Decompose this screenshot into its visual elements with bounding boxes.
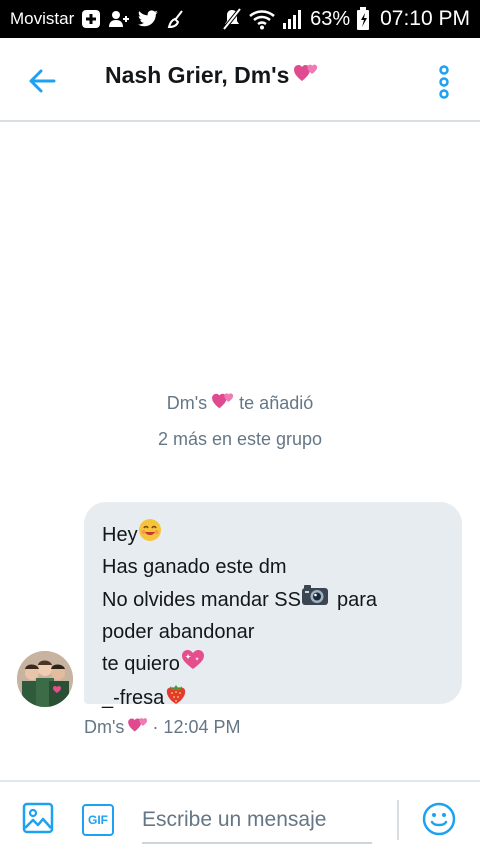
message-bubble[interactable]: Hey Has ganado este dm No olvides mandar… xyxy=(84,502,462,709)
smiley-icon xyxy=(422,802,456,836)
message-text: Hey xyxy=(102,523,138,546)
add-image-button[interactable] xyxy=(22,802,54,834)
strawberry-icon xyxy=(164,680,188,716)
carrier-name: Movistar xyxy=(10,9,75,28)
back-arrow-icon xyxy=(29,69,56,93)
smiling-face-icon xyxy=(138,518,162,552)
clock: 07:10 PM xyxy=(380,7,470,30)
battery-percent: 63% xyxy=(310,7,351,30)
message-line: te quiero xyxy=(102,648,444,680)
mute-icon xyxy=(222,7,242,31)
composer-divider xyxy=(397,800,399,840)
gif-label: GIF xyxy=(88,813,108,827)
group-members-notice: 2 más en este grupo xyxy=(157,429,323,449)
gif-button[interactable]: GIF xyxy=(82,804,114,836)
more-options-button[interactable] xyxy=(432,64,456,100)
message-line: No olvides mandar SS para xyxy=(102,583,444,617)
message-timestamp: · 12:04 PM xyxy=(152,717,241,737)
signal-icon xyxy=(282,7,304,31)
image-icon xyxy=(22,802,54,834)
message-composer: GIF xyxy=(0,780,480,854)
camera-icon xyxy=(301,583,329,617)
added-notice: Dm's te añadió xyxy=(0,391,480,416)
message-text: No olvides mandar SS xyxy=(102,588,301,611)
message-text: _-fresa xyxy=(102,686,165,709)
message-text: Has ganado este dm xyxy=(102,556,287,578)
avatar[interactable] xyxy=(17,651,73,707)
plus-box-icon xyxy=(81,9,101,29)
battery-icon xyxy=(356,7,370,31)
message-text: para xyxy=(336,588,378,611)
two-hearts-icon xyxy=(127,716,149,739)
wifi-icon xyxy=(248,8,276,30)
added-notice-text: te añadió xyxy=(239,393,314,413)
page-title: Nash Grier, Dm's xyxy=(105,62,290,88)
conversation-title[interactable]: Nash Grier, Dm's xyxy=(105,62,319,89)
two-hearts-icon xyxy=(211,391,235,416)
status-bar: Movistar 63% 07:10 PM xyxy=(0,0,480,38)
message-meta: Dm's · 12:04 PM xyxy=(84,716,240,739)
message-line: Hey xyxy=(102,518,444,552)
sparkling-heart-icon xyxy=(180,648,206,680)
twitter-bird-icon xyxy=(137,10,159,28)
added-by-name: Dm's xyxy=(166,393,208,413)
emoji-button[interactable] xyxy=(422,802,456,836)
sender-name: Dm's xyxy=(84,717,125,737)
message-line: Has ganado este dm xyxy=(102,552,444,583)
message-text: poder abandonar xyxy=(102,621,255,643)
conversation-header: Nash Grier, Dm's xyxy=(0,38,480,122)
broom-icon xyxy=(166,9,186,29)
message-line: _-fresa xyxy=(102,680,444,716)
vertical-dots-icon xyxy=(439,65,449,99)
add-person-icon xyxy=(108,10,130,28)
message-text: te quiero xyxy=(102,652,180,675)
message-line: poder abandonar xyxy=(102,617,444,648)
back-button[interactable] xyxy=(26,65,58,97)
message-input[interactable] xyxy=(142,798,372,844)
two-hearts-icon xyxy=(293,62,319,89)
